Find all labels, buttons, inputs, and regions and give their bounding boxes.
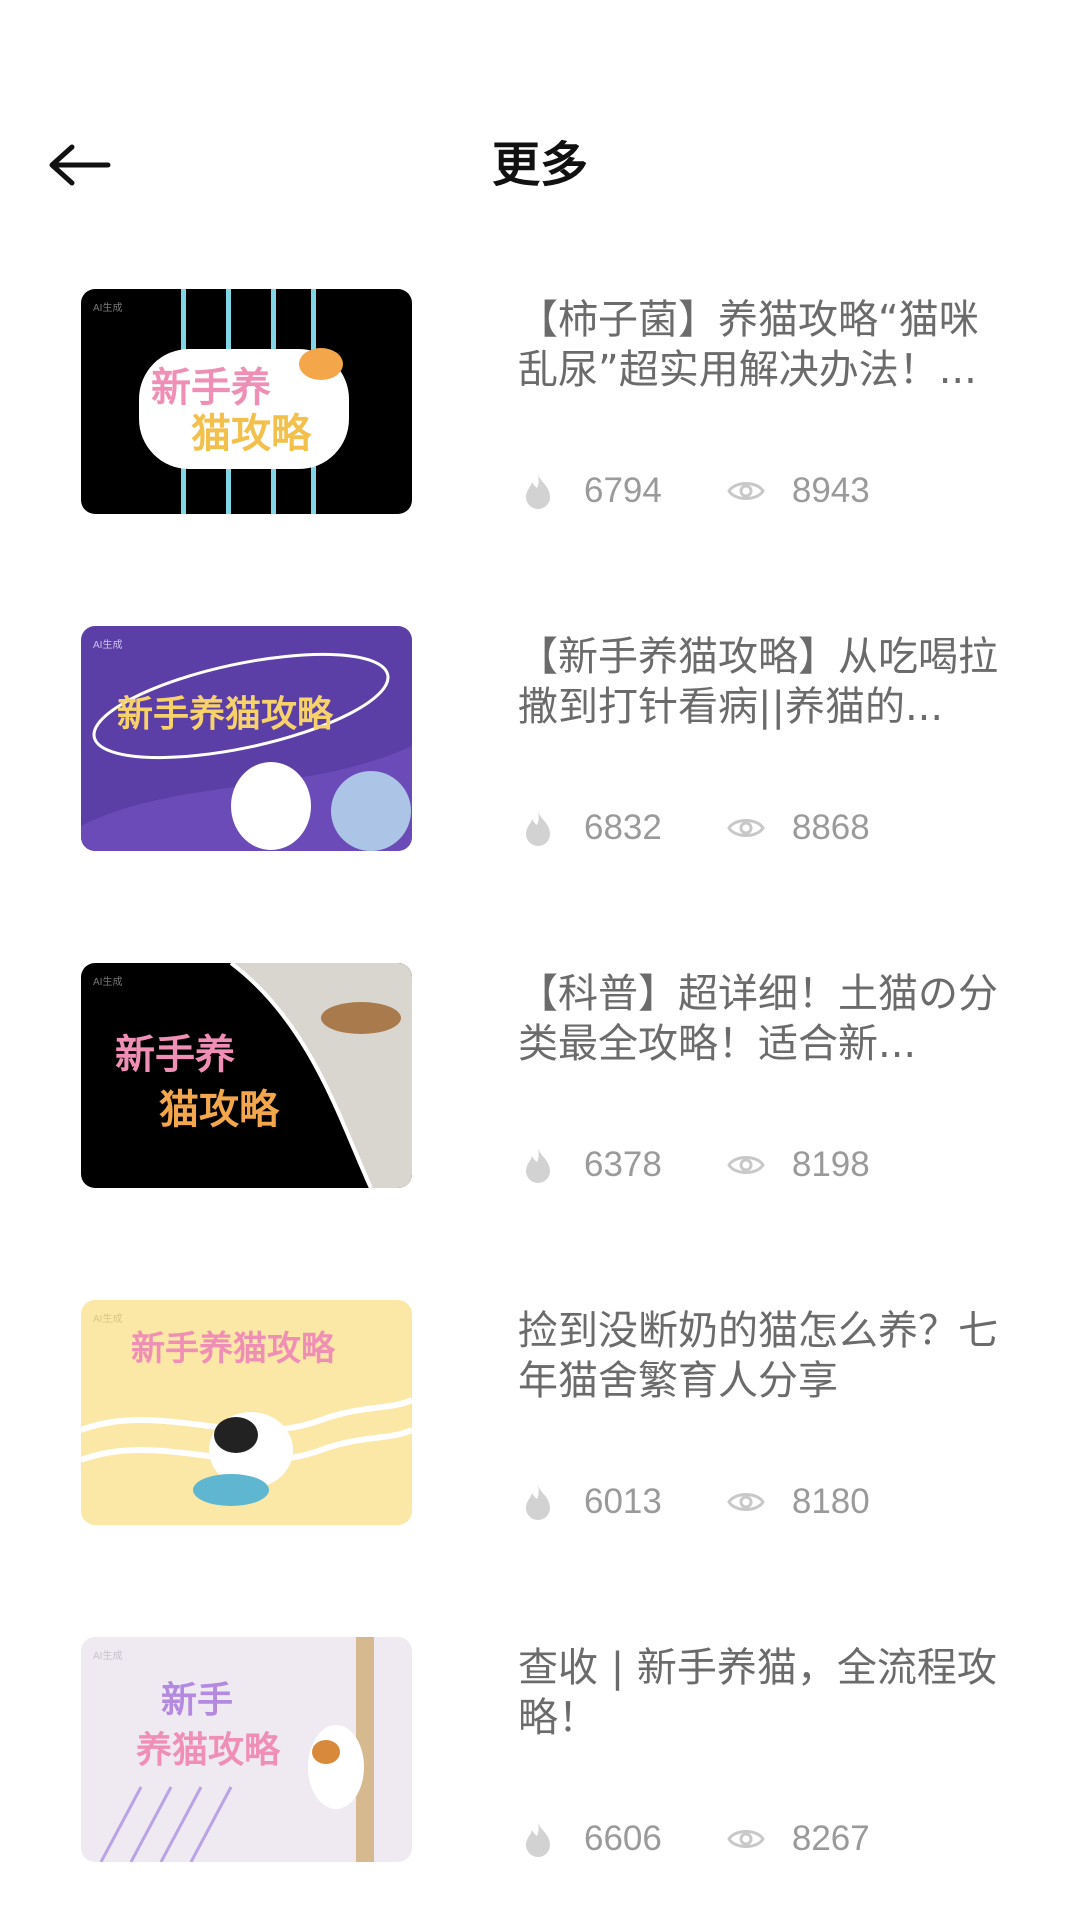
eye-icon <box>726 1482 766 1522</box>
likes-count: 6832 <box>584 808 662 847</box>
ai-badge: AI生成 <box>93 975 122 988</box>
views-count: 8868 <box>791 808 870 847</box>
item-title[interactable]: 捡到没断奶的猫怎么养？七年猫舍繁育人分享 <box>518 1306 1008 1406</box>
thumb-caption: 猫攻略 <box>191 411 312 457</box>
thumb-caption: 新手养 <box>151 365 271 411</box>
thumb-caption: 新手养 <box>115 1032 235 1078</box>
item-stats: 6378 8198 <box>518 1143 870 1187</box>
item-title[interactable]: 【科普】超详细！土猫の分类最全攻略！适合新... <box>518 969 1008 1069</box>
item-stats: 6832 8868 <box>518 806 870 850</box>
eye-icon <box>726 1145 766 1185</box>
views-stat: 8180 <box>726 1482 870 1522</box>
item-title[interactable]: 【新手养猫攻略】从吃喝拉撒到打针看病||养猫的... <box>518 632 1008 732</box>
item-info: 【科普】超详细！土猫の分类最全攻略！适合新... 6378 8198 <box>518 961 1008 1191</box>
views-count: 8180 <box>791 1482 870 1521</box>
views-stat: 8267 <box>726 1819 870 1859</box>
likes-stat: 6794 <box>518 471 662 511</box>
eye-icon <box>726 808 766 848</box>
likes-stat: 6606 <box>518 1819 662 1859</box>
thumbnail[interactable]: AI生成 新手养 猫攻略 <box>81 963 412 1188</box>
likes-count: 6378 <box>584 1145 662 1184</box>
thumb-caption: 养猫攻略 <box>136 1729 281 1771</box>
thumb-caption: 新手 <box>161 1680 233 1721</box>
likes-stat: 6832 <box>518 808 662 848</box>
item-stats: 6794 8943 <box>518 469 870 513</box>
eye-icon <box>726 471 766 511</box>
fire-icon <box>518 471 558 511</box>
item-info: 【柿子菌】养猫攻略“猫咪乱尿”超实用解决办法！... 6794 8943 <box>518 287 1008 517</box>
likes-count: 6606 <box>584 1819 662 1858</box>
views-count: 8198 <box>791 1145 870 1184</box>
thumbnail[interactable]: AI生成 新手 养猫攻略 <box>81 1637 412 1862</box>
thumb-caption: 猫攻略 <box>159 1087 280 1133</box>
fire-icon <box>518 808 558 848</box>
views-stat: 8943 <box>726 471 870 511</box>
thumbnail[interactable]: AI生成 新手养猫攻略 <box>81 1300 412 1525</box>
item-info: 捡到没断奶的猫怎么养？七年猫舍繁育人分享 6013 8180 <box>518 1298 1008 1528</box>
top-bar: 更多 <box>0 110 1080 220</box>
item-info: 【新手养猫攻略】从吃喝拉撒到打针看病||养猫的... 6832 8868 <box>518 624 1008 854</box>
list-item[interactable]: AI生成 新手养 猫攻略 【科普】超详细！土猫の分类最全攻略！适合新... 63… <box>0 961 1080 1201</box>
ai-badge: AI生成 <box>93 301 122 314</box>
fire-icon <box>518 1819 558 1859</box>
eye-icon <box>726 1819 766 1859</box>
likes-stat: 6378 <box>518 1145 662 1185</box>
item-title[interactable]: 查收 | 新手养猫，全流程攻略！ <box>518 1643 1008 1743</box>
likes-count: 6794 <box>584 471 662 510</box>
likes-stat: 6013 <box>518 1482 662 1522</box>
item-stats: 6606 8267 <box>518 1817 870 1861</box>
thumb-caption: 新手养猫攻略 <box>117 693 334 735</box>
views-count: 8943 <box>791 471 870 510</box>
item-stats: 6013 8180 <box>518 1480 870 1524</box>
ai-badge: AI生成 <box>93 1312 122 1325</box>
ai-badge: AI生成 <box>93 638 122 651</box>
page-title: 更多 <box>491 137 588 193</box>
item-title[interactable]: 【柿子菌】养猫攻略“猫咪乱尿”超实用解决办法！... <box>518 295 1008 395</box>
list-item[interactable]: AI生成 新手养猫攻略 捡到没断奶的猫怎么养？七年猫舍繁育人分享 6013 81… <box>0 1298 1080 1538</box>
likes-count: 6013 <box>584 1482 662 1521</box>
views-stat: 8868 <box>726 808 870 848</box>
fire-icon <box>518 1482 558 1522</box>
ai-badge: AI生成 <box>93 1649 122 1662</box>
list-item[interactable]: AI生成 新手养 猫攻略 【柿子菌】养猫攻略“猫咪乱尿”超实用解决办法！... … <box>0 287 1080 527</box>
views-count: 8267 <box>791 1819 870 1858</box>
item-info: 查收 | 新手养猫，全流程攻略！ 6606 8267 <box>518 1635 1008 1865</box>
views-stat: 8198 <box>726 1145 870 1185</box>
list-item[interactable]: AI生成 新手养猫攻略 【新手养猫攻略】从吃喝拉撒到打针看病||养猫的... 6… <box>0 624 1080 864</box>
thumbnail[interactable]: AI生成 新手养猫攻略 <box>81 626 412 851</box>
thumbnail[interactable]: AI生成 新手养 猫攻略 <box>81 289 412 514</box>
list-item[interactable]: AI生成 新手 养猫攻略 查收 | 新手养猫，全流程攻略！ 6606 8267 <box>0 1635 1080 1875</box>
thumb-caption: 新手养猫攻略 <box>131 1329 336 1369</box>
fire-icon <box>518 1145 558 1185</box>
